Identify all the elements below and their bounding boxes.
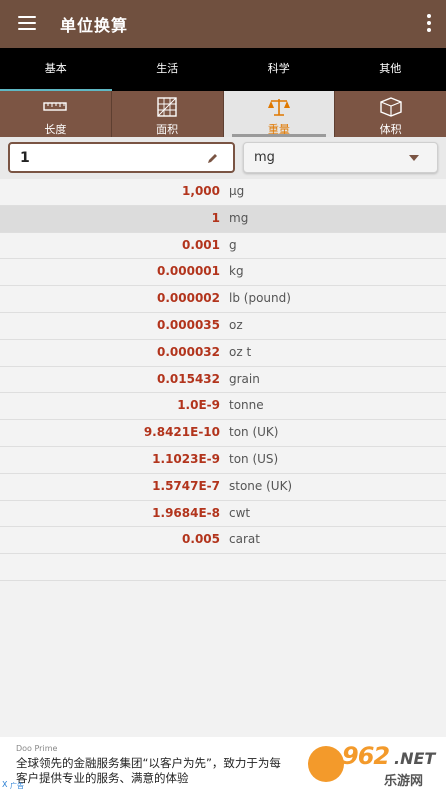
result-unit: cwt (229, 505, 251, 520)
result-value: 0.001 (182, 237, 220, 252)
result-row[interactable]: 0.000002 lb (pound) (0, 286, 446, 313)
tab-bar: 基本 生活 科学 其他 (0, 48, 446, 91)
result-value: 0.000032 (156, 344, 220, 359)
result-row[interactable]: 1.9684E-8 cwt (0, 500, 446, 528)
result-value: 1,000 (182, 184, 220, 198)
result-unit: tonne (229, 398, 264, 413)
dropdown-arrow-icon (409, 155, 419, 161)
scale-icon (267, 99, 290, 116)
result-value: 9.8421E-10 (143, 425, 220, 440)
result-row[interactable]: 1 mg (0, 205, 446, 233)
ad-brand: Doo Prime (16, 744, 58, 753)
result-row[interactable]: 0.000032 oz t (0, 339, 446, 367)
result-value: 0.000002 (156, 291, 220, 306)
ad-text-line2: 客户提供专业的服务、满意的体验 (16, 771, 189, 785)
result-unit: ton (UK) (229, 425, 279, 440)
tab-other[interactable]: 其他 (335, 48, 446, 91)
category-label: 面积 (156, 123, 179, 136)
ruler-icon (43, 102, 68, 111)
watermark-logo-icon (308, 746, 344, 782)
input-row: 1 mg (0, 137, 446, 179)
category-length[interactable]: 长度 (0, 91, 112, 137)
result-row[interactable]: 0.000001 kg (0, 259, 446, 287)
value-input[interactable]: 1 (8, 142, 235, 173)
result-row[interactable]: 9.8421E-10 ton (UK) (0, 420, 446, 447)
result-row[interactable]: 0.005 carat (0, 527, 446, 555)
result-row[interactable]: 1.1023E-9 ton (US) (0, 446, 446, 474)
result-unit: lb (pound) (229, 291, 291, 306)
result-value: 1.0E-9 (177, 398, 220, 413)
tab-basic[interactable]: 基本 (0, 48, 112, 91)
ad-text-line1: 全球领先的金融服务集团“以客户为先”，致力于为每 (16, 756, 281, 770)
unit-dropdown[interactable]: mg (243, 142, 438, 173)
cube-icon (379, 97, 402, 117)
input-value: 1 (20, 150, 30, 166)
result-unit: kg (229, 264, 244, 279)
area-grid-icon (157, 97, 177, 117)
watermark-text: 乐游网 (384, 774, 424, 789)
result-unit: grain (229, 371, 260, 386)
app-bar: 单位换算 (0, 0, 446, 48)
category-volume[interactable]: 体积 (335, 91, 446, 137)
result-row[interactable]: 0.015432 grain (0, 366, 446, 394)
result-row[interactable] (0, 554, 446, 581)
category-label: 重量 (267, 123, 290, 136)
category-label: 体积 (379, 123, 402, 136)
result-row[interactable]: 1,000 µg (0, 179, 446, 206)
category-label: 长度 (44, 123, 67, 136)
result-value: 1.9684E-8 (152, 505, 220, 520)
result-unit: µg (229, 184, 245, 198)
result-value: 0.015432 (156, 371, 220, 386)
app-title: 单位换算 (60, 16, 129, 35)
result-unit: carat (229, 532, 260, 547)
result-unit: mg (229, 210, 249, 225)
tab-science[interactable]: 科学 (223, 48, 335, 91)
result-row[interactable]: 0.001 g (0, 232, 446, 260)
ad-close-icon[interactable]: X (2, 780, 7, 789)
result-value: 0.000001 (156, 264, 220, 279)
ad-tag: 广告 (10, 782, 24, 790)
result-row[interactable]: 1.0E-9 tonne (0, 393, 446, 421)
watermark-suffix: .NET (394, 749, 436, 768)
selected-unit: mg (254, 150, 275, 165)
result-value: 0.005 (182, 532, 220, 547)
result-unit: oz t (229, 344, 252, 359)
pencil-icon[interactable] (207, 152, 219, 164)
result-unit: ton (US) (229, 451, 279, 466)
results-list: 1,000 µg 1 mg 0.001 g 0.000001 kg 0.000002 lb (po… (0, 179, 446, 581)
result-value: 1.1023E-9 (152, 451, 220, 466)
site-watermark: 962 .NET 乐游网 (306, 742, 444, 790)
result-unit: g (229, 237, 237, 252)
result-value: 0.000035 (156, 317, 220, 332)
result-value: 1.5747E-7 (152, 478, 220, 493)
category-bar: 长度 面积 重量 体积 (0, 91, 446, 137)
result-unit: oz (229, 317, 243, 332)
result-row[interactable]: 1.5747E-7 stone (UK) (0, 473, 446, 501)
result-row[interactable]: 0.000035 oz (0, 312, 446, 340)
category-area[interactable]: 面积 (112, 91, 224, 137)
watermark-number: 962 (342, 742, 390, 770)
more-options-icon[interactable] (426, 14, 432, 34)
tab-life[interactable]: 生活 (112, 48, 224, 91)
hamburger-menu-icon[interactable] (18, 16, 36, 30)
result-unit: stone (UK) (229, 478, 293, 493)
result-value: 1 (211, 210, 220, 225)
category-weight[interactable]: 重量 (223, 91, 336, 137)
